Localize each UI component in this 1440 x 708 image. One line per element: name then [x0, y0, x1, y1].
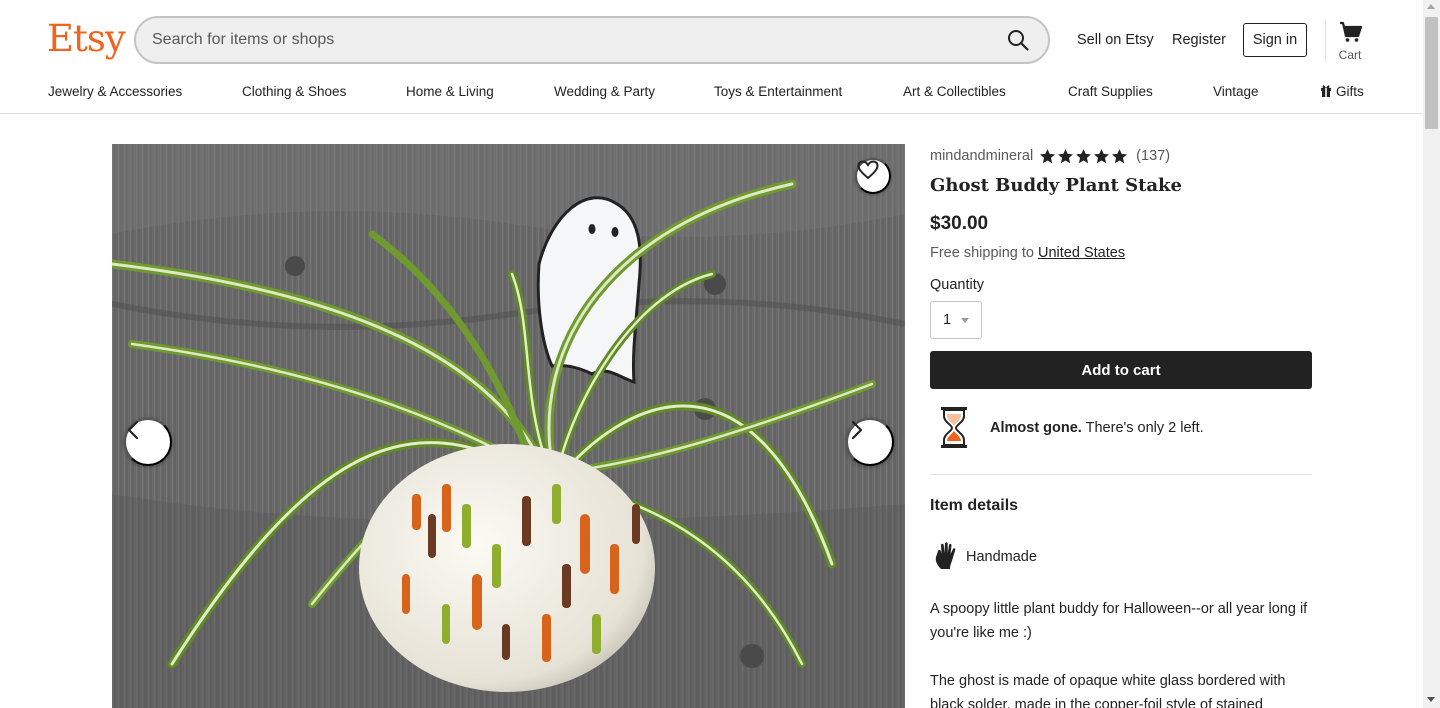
gift-icon — [1321, 85, 1331, 97]
sign-in-button[interactable]: Sign in — [1243, 23, 1307, 57]
stock-notice: Almost gone. There's only 2 left. — [930, 406, 1312, 450]
category-nav: Jewelry & Accessories Clothing & Shoes H… — [0, 84, 1423, 102]
hand-icon — [935, 542, 956, 569]
favorite-button[interactable] — [855, 158, 891, 194]
description-paragraph: A spoopy little plant buddy for Hallowee… — [930, 601, 1308, 641]
category-home[interactable]: Home & Living — [406, 84, 494, 100]
item-description: A spoopy little plant buddy for Hallowee… — [930, 597, 1312, 708]
heart-icon — [857, 160, 879, 180]
header-divider — [1325, 20, 1326, 62]
product-photo — [112, 144, 905, 708]
scroll-thumb[interactable] — [1425, 17, 1438, 129]
stock-rest: There's only 2 left. — [1085, 420, 1204, 436]
category-art[interactable]: Art & Collectibles — [903, 84, 1006, 100]
description-paragraph: The ghost is made of opaque white glass … — [930, 673, 1286, 708]
hourglass-icon — [941, 407, 967, 448]
category-craft[interactable]: Craft Supplies — [1068, 84, 1153, 100]
quantity-label: Quantity — [930, 277, 984, 293]
search-bar — [134, 16, 1050, 64]
star-icon — [1094, 148, 1110, 163]
shipping-destination-link[interactable]: United States — [1038, 245, 1125, 261]
shop-row: mindandmineral (137) — [930, 147, 1170, 165]
add-to-cart-button[interactable]: Add to cart — [930, 351, 1312, 389]
shipping-info: Free shipping to United States — [930, 245, 1125, 261]
next-image-button[interactable] — [846, 418, 894, 466]
product-image[interactable] — [112, 144, 905, 708]
category-toys[interactable]: Toys & Entertainment — [714, 84, 842, 100]
product-title: Ghost Buddy Plant Stake — [930, 175, 1182, 196]
search-input[interactable] — [152, 18, 972, 62]
scroll-up-icon[interactable] — [1427, 4, 1435, 9]
search-button[interactable] — [1004, 27, 1032, 55]
search-icon — [1008, 29, 1029, 51]
category-jewelry[interactable]: Jewelry & Accessories — [48, 84, 182, 100]
quantity-value: 1 — [943, 312, 952, 328]
section-divider — [930, 474, 1312, 475]
scroll-down-icon[interactable] — [1427, 697, 1435, 702]
star-icon — [1076, 148, 1092, 163]
quantity-select[interactable]: 1 — [930, 301, 982, 339]
sell-on-etsy-link[interactable]: Sell on Etsy — [1077, 32, 1154, 48]
previous-image-button[interactable] — [124, 418, 172, 466]
cart-label: Cart — [1338, 48, 1362, 62]
chevron-left-icon — [127, 420, 139, 440]
stock-text: Almost gone. There's only 2 left. — [990, 420, 1204, 436]
star-rating[interactable] — [1039, 148, 1129, 165]
page-scrollbar[interactable] — [1423, 0, 1440, 708]
category-clothing[interactable]: Clothing & Shoes — [242, 84, 346, 100]
register-link[interactable]: Register — [1172, 32, 1226, 48]
chevron-right-icon — [851, 420, 863, 440]
star-icon — [1112, 148, 1128, 163]
etsy-logo[interactable]: Etsy — [47, 16, 126, 62]
category-gifts[interactable]: Gifts — [1320, 84, 1364, 100]
gifts-label: Gifts — [1336, 84, 1364, 99]
shop-name-link[interactable]: mindandmineral — [930, 148, 1033, 164]
item-details-heading[interactable]: Item details — [930, 497, 1018, 515]
stock-bold: Almost gone. — [990, 420, 1082, 436]
category-wedding[interactable]: Wedding & Party — [554, 84, 655, 100]
star-icon — [1040, 148, 1056, 163]
review-count[interactable]: (137) — [1136, 148, 1170, 164]
product-price: $30.00 — [930, 213, 989, 234]
site-header: Etsy Sell on Etsy Register Sign in Cart … — [0, 0, 1423, 114]
handmade-label: Handmade — [966, 549, 1037, 565]
chevron-down-icon — [961, 318, 969, 323]
category-vintage[interactable]: Vintage — [1213, 84, 1259, 100]
cart-icon — [1340, 21, 1363, 42]
shipping-prefix: Free shipping to — [930, 245, 1034, 261]
star-icon — [1058, 148, 1074, 163]
cart-button[interactable]: Cart — [1334, 20, 1366, 64]
